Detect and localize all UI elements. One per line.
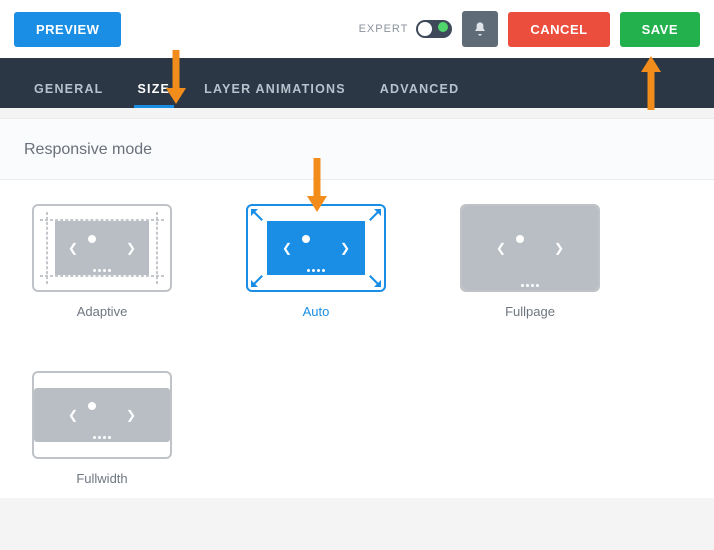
tab-general[interactable]: GENERAL (30, 66, 108, 108)
chevron-right-icon: ❯ (126, 241, 136, 255)
save-button[interactable]: SAVE (620, 12, 700, 47)
option-label: Fullpage (460, 304, 600, 319)
expand-arrow-icon (367, 209, 381, 223)
option-label: Auto (246, 304, 386, 319)
tab-advanced[interactable]: ADVANCED (376, 66, 464, 108)
expand-arrow-icon (251, 273, 265, 287)
toggle-on-indicator (438, 22, 448, 32)
option-auto-card: ❮ ❯ (246, 204, 386, 292)
notifications-button[interactable] (462, 11, 498, 47)
chevron-left-icon: ❮ (68, 408, 78, 422)
option-fullpage-card: ❮ ❯ (460, 204, 600, 292)
expert-label: EXPERT (359, 23, 409, 35)
option-label: Fullwidth (32, 471, 172, 486)
slide-thumbnail: ❮ ❯ (55, 221, 149, 275)
cancel-button[interactable]: CANCEL (508, 12, 609, 47)
option-auto[interactable]: ❮ ❯ Auto (246, 204, 386, 319)
chevron-right-icon: ❯ (554, 241, 564, 255)
option-adaptive[interactable]: ❮ ❯ Adaptive (32, 204, 172, 319)
tab-layer-animations[interactable]: LAYER ANIMATIONS (200, 66, 350, 108)
section-title: Responsive mode (24, 141, 152, 158)
option-fullpage[interactable]: ❮ ❯ Fullpage (460, 204, 600, 319)
slide-thumbnail: ❮ ❯ (34, 388, 170, 442)
slide-thumbnail: ❮ ❯ (462, 206, 598, 290)
tab-size[interactable]: SIZE (134, 66, 175, 108)
slide-thumbnail: ❮ ❯ (267, 221, 365, 275)
chevron-right-icon: ❯ (126, 408, 136, 422)
option-fullwidth[interactable]: ❮ ❯ Fullwidth (32, 371, 172, 486)
chevron-left-icon: ❮ (282, 241, 292, 255)
option-label: Adaptive (32, 304, 172, 319)
top-toolbar: PREVIEW EXPERT CANCEL SAVE (0, 0, 714, 58)
bell-icon (472, 21, 488, 37)
expand-arrow-icon (251, 209, 265, 223)
chevron-right-icon: ❯ (340, 241, 350, 255)
option-adaptive-card: ❮ ❯ (32, 204, 172, 292)
expand-arrow-icon (367, 273, 381, 287)
option-fullwidth-card: ❮ ❯ (32, 371, 172, 459)
expert-toggle[interactable] (416, 20, 452, 38)
expert-toggle-group: EXPERT (359, 20, 453, 38)
preview-button[interactable]: PREVIEW (14, 12, 121, 47)
settings-tab-bar: GENERAL SIZE LAYER ANIMATIONS ADVANCED (0, 58, 714, 108)
toggle-thumb (418, 22, 432, 36)
section-responsive-mode-header: Responsive mode (0, 118, 714, 180)
responsive-mode-options: ❮ ❯ Adaptive ❮ ❯ (0, 180, 714, 498)
chevron-left-icon: ❮ (68, 241, 78, 255)
chevron-left-icon: ❮ (496, 241, 506, 255)
